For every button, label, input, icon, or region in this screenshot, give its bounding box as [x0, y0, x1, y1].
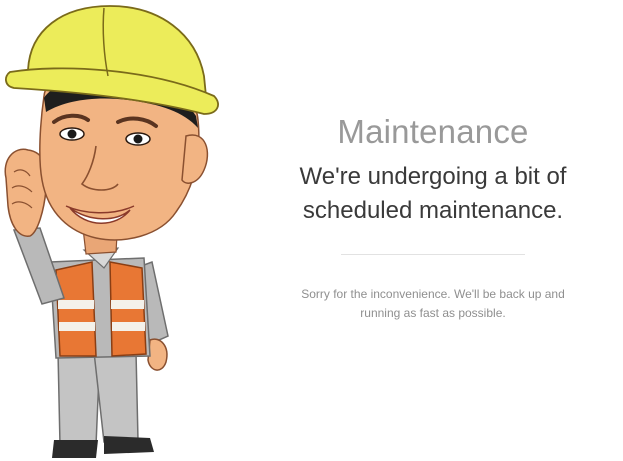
divider — [341, 254, 525, 255]
apology-message: Sorry for the inconvenience. We'll be ba… — [301, 287, 565, 320]
left-shoe — [52, 440, 98, 458]
maintenance-page: Maintenance We're undergoing a bit of sc… — [0, 0, 623, 461]
left-pupil — [67, 129, 77, 139]
right-shoe — [104, 436, 154, 454]
page-title: Maintenance — [337, 113, 529, 150]
right-pupil — [133, 134, 143, 144]
headline: We're undergoing a bit of scheduled main… — [299, 163, 567, 224]
left-leg — [57, 351, 101, 446]
right-leg — [93, 351, 139, 443]
vest-stripe-top-left — [58, 300, 94, 309]
construction-worker-illustration — [4, 5, 219, 458]
ear — [181, 134, 209, 184]
vest-stripe-top-right — [111, 300, 144, 309]
vest-stripe-bottom-right — [112, 322, 145, 331]
lowered-hand — [147, 338, 168, 371]
vest-stripe-bottom-left — [59, 322, 95, 331]
maintenance-message: Maintenance We're undergoing a bit of sc… — [272, 110, 594, 323]
